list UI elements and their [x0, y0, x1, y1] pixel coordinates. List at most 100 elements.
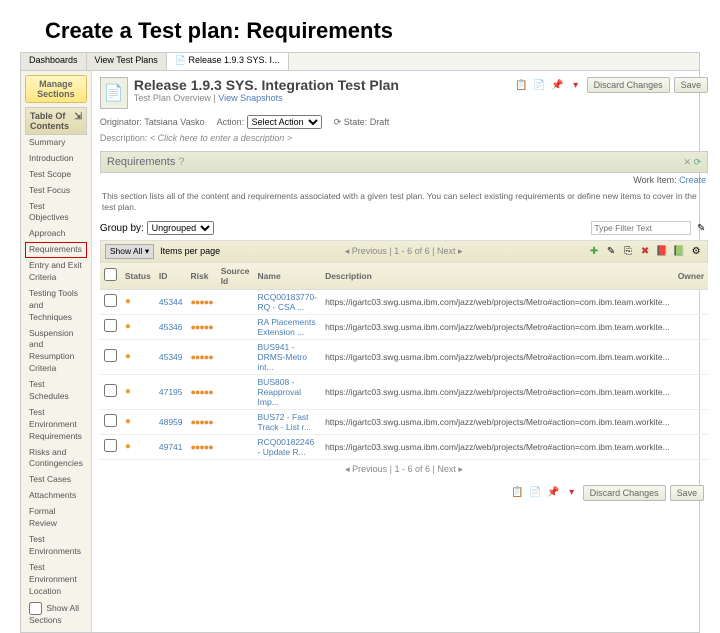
sidebar-item-test-focus[interactable]: Test Focus [25, 183, 87, 199]
pager-prev-bottom[interactable]: Previous [352, 464, 387, 474]
delete-icon[interactable]: ▾ [569, 78, 583, 92]
row-checkbox[interactable] [104, 384, 117, 397]
sidebar-item-introduction[interactable]: Introduction [25, 151, 87, 167]
create-workitem-link[interactable]: Create [679, 175, 706, 185]
footer-pin-icon[interactable]: 📌 [547, 486, 561, 500]
footer-discard-button[interactable]: Discard Changes [583, 485, 666, 501]
copy-icon[interactable]: 📋 [515, 78, 529, 92]
description-cell: https://igartc03.swg.usma.ibm.com/jazz/w… [321, 289, 674, 314]
requirement-id-link[interactable]: 45346 [159, 322, 183, 332]
originator-label: Originator: [100, 117, 142, 127]
sidebar-item-test-scope[interactable]: Test Scope [25, 167, 87, 183]
sidebar-item-summary[interactable]: Summary [25, 135, 87, 151]
sidebar-item-risks-and-contingencies[interactable]: Risks and Contingencies [25, 445, 87, 473]
pager-prev[interactable]: Previous [352, 246, 387, 256]
column-source-id[interactable]: Source Id [217, 263, 254, 290]
add-icon[interactable]: ✚ [587, 244, 601, 258]
sidebar-item-formal-review[interactable]: Formal Review [25, 504, 87, 532]
pager-next[interactable]: Next [437, 246, 456, 256]
column-checkbox[interactable] [100, 263, 121, 290]
requirement-id-link[interactable]: 45344 [159, 297, 183, 307]
footer-delete-icon[interactable]: ▾ [565, 486, 579, 500]
requirement-id-link[interactable]: 45349 [159, 352, 183, 362]
settings-icon[interactable]: ⚙ [689, 244, 703, 258]
requirement-name-link[interactable]: RCQ00182246 - Update R... [258, 437, 315, 457]
show-all-button[interactable]: Show All ▾ [105, 244, 154, 259]
row-checkbox[interactable] [104, 294, 117, 307]
sidebar-item-test-environments[interactable]: Test Environments [25, 532, 87, 560]
column-status[interactable]: Status [121, 263, 155, 290]
requirement-id-link[interactable]: 49741 [159, 442, 183, 452]
subtitle-prefix: Test Plan Overview [134, 93, 211, 103]
row-checkbox[interactable] [104, 349, 117, 362]
sidebar-item-test-schedules[interactable]: Test Schedules [25, 377, 87, 405]
sidebar-item-testing-tools-and-techniques[interactable]: Testing Tools and Techniques [25, 286, 87, 326]
manage-sections-button[interactable]: Manage Sections [25, 75, 87, 103]
sidebar-item-test-cases[interactable]: Test Cases [25, 472, 87, 488]
help-icon[interactable]: ? [178, 156, 184, 168]
view-snapshots-link[interactable]: View Snapshots [218, 93, 282, 103]
select-all-checkbox[interactable] [104, 268, 117, 281]
sidebar-item-entry-and-exit-criteria[interactable]: Entry and Exit Criteria [25, 258, 87, 286]
tab-release-1-9-3-sys-i-[interactable]: 📄 Release 1.9.3 SYS. I... [167, 53, 289, 70]
tab-dashboards[interactable]: Dashboards [21, 53, 87, 70]
print-icon[interactable]: 📄 [533, 78, 547, 92]
requirement-name-link[interactable]: RA Placements Extension ... [258, 317, 316, 337]
row-checkbox[interactable] [104, 414, 117, 427]
toc-collapse-icon[interactable]: ⇲ [74, 111, 82, 131]
originator-value: Tatsiana Vasko [144, 117, 204, 127]
requirement-name-link[interactable]: BUS941 - DRMS-Metro int... [258, 342, 308, 372]
status-icon: ● [125, 351, 131, 362]
copy-row-icon[interactable]: ⎘ [621, 244, 635, 258]
table-row[interactable]: ●47195●●●●●BUS808 - Reapproval Imp...htt… [100, 374, 708, 409]
sidebar-item-suspension-and-resumption-criteria[interactable]: Suspension and Resumption Criteria [25, 326, 87, 378]
filter-edit-icon[interactable]: ✎ [694, 222, 708, 236]
table-row[interactable]: ●45346●●●●●RA Placements Extension ...ht… [100, 314, 708, 339]
description-cell: https://igartc03.swg.usma.ibm.com/jazz/w… [321, 434, 674, 459]
requirement-name-link[interactable]: BUS808 - Reapproval Imp... [258, 377, 301, 407]
pager-next-bottom[interactable]: Next [437, 464, 456, 474]
show-all-sections[interactable]: Show All Sections [25, 599, 87, 628]
requirement-id-link[interactable]: 48959 [159, 417, 183, 427]
table-row[interactable]: ●45344●●●●●RCQ00183770-RQ - CSA ...https… [100, 289, 708, 314]
show-all-checkbox[interactable] [29, 602, 42, 615]
sidebar-item-requirements[interactable]: Requirements [25, 242, 87, 258]
sidebar-item-attachments[interactable]: Attachments [25, 488, 87, 504]
table-row[interactable]: ●48959●●●●●BUS72 - Fast Track - List r..… [100, 409, 708, 434]
table-row[interactable]: ●49741●●●●●RCQ00182246 - Update R...http… [100, 434, 708, 459]
owner-cell [674, 409, 708, 434]
export-pdf-icon[interactable]: 📕 [655, 244, 669, 258]
discard-changes-button[interactable]: Discard Changes [587, 77, 670, 93]
group-by-select[interactable]: Ungrouped [147, 221, 214, 235]
action-select[interactable]: Select Action [247, 115, 322, 129]
filter-input[interactable] [591, 221, 691, 235]
requirement-id-link[interactable]: 47195 [159, 387, 183, 397]
tab-view-test-plans[interactable]: View Test Plans [87, 53, 167, 70]
row-checkbox[interactable] [104, 319, 117, 332]
refresh-section-icon[interactable]: ⟳ [694, 157, 702, 167]
requirement-name-link[interactable]: RCQ00183770-RQ - CSA ... [258, 292, 318, 312]
delete-row-icon[interactable]: ✖ [638, 244, 652, 258]
sidebar-item-approach[interactable]: Approach [25, 226, 87, 242]
footer-save-button[interactable]: Save [670, 485, 705, 501]
column-risk[interactable]: Risk [187, 263, 217, 290]
column-id[interactable]: ID [155, 263, 187, 290]
footer-copy-icon[interactable]: 📋 [511, 486, 525, 500]
close-section-icon[interactable]: ✕ [684, 157, 692, 167]
status-icon: ● [125, 296, 131, 307]
description-field[interactable]: < Click here to enter a description > [150, 133, 292, 143]
sidebar-item-test-environment-requirements[interactable]: Test Environment Requirements [25, 405, 87, 445]
table-row[interactable]: ●45349●●●●●BUS941 - DRMS-Metro int...htt… [100, 339, 708, 374]
row-checkbox[interactable] [104, 439, 117, 452]
sidebar-item-test-objectives[interactable]: Test Objectives [25, 199, 87, 227]
pin-icon[interactable]: 📌 [551, 78, 565, 92]
edit-icon[interactable]: ✎ [604, 244, 618, 258]
save-button[interactable]: Save [674, 77, 709, 93]
export-csv-icon[interactable]: 📗 [672, 244, 686, 258]
column-owner[interactable]: Owner [674, 263, 708, 290]
requirement-name-link[interactable]: BUS72 - Fast Track - List r... [258, 412, 312, 432]
footer-print-icon[interactable]: 📄 [529, 486, 543, 500]
column-name[interactable]: Name [254, 263, 322, 290]
sidebar-item-test-environment-location[interactable]: Test Environment Location [25, 560, 87, 600]
column-description[interactable]: Description [321, 263, 674, 290]
